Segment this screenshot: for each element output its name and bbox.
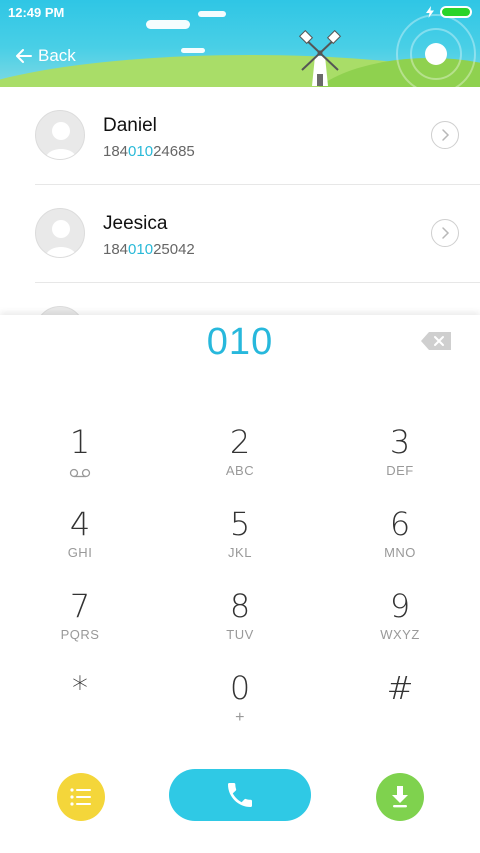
key-letters: DEF (386, 463, 414, 478)
windmill-icon (298, 30, 342, 86)
key-digit: 4 (69, 505, 91, 543)
chevron-right-icon (442, 129, 450, 141)
battery-icon (440, 6, 472, 18)
key-digit: 9 (389, 587, 411, 625)
status-time: 12:49 PM (8, 5, 65, 20)
key-digit: 2 (229, 423, 251, 461)
avatar (35, 208, 85, 258)
key-digit: 5 (229, 505, 251, 543)
dialpad-panel: 010 1 2 ABC 3 DEF 4 GHI 5 JKL 6 MNO 7 PQ… (0, 315, 480, 853)
person-silhouette-icon (45, 122, 77, 159)
dial-key-6[interactable]: 6 MNO (320, 505, 480, 585)
cloud-decoration (181, 48, 205, 53)
key-digit: 7 (69, 587, 91, 625)
dial-key-3[interactable]: 3 DEF (320, 423, 480, 503)
cloud-decoration (198, 11, 226, 17)
contact-detail-button[interactable] (431, 121, 459, 149)
dial-key-hash[interactable]: # (320, 669, 480, 749)
dial-key-1[interactable]: 1 (0, 423, 160, 503)
voicemail-icon (69, 468, 91, 478)
contact-row[interactable]: Daniel 18401024685 (35, 87, 480, 185)
cloud-decoration (146, 20, 190, 29)
person-silhouette-icon (45, 220, 77, 257)
backspace-icon[interactable] (421, 332, 451, 350)
contacts-list-button[interactable] (57, 773, 105, 821)
chevron-right-icon (442, 227, 450, 239)
key-digit: * (72, 669, 88, 707)
charging-icon (426, 6, 434, 18)
dialed-number: 010 (206, 321, 274, 363)
download-button[interactable] (376, 773, 424, 821)
list-icon (70, 788, 91, 806)
key-letters: MNO (384, 545, 416, 560)
dial-key-0[interactable]: 0 + (160, 669, 320, 749)
phone-icon (228, 783, 252, 807)
status-indicators (426, 6, 472, 18)
key-digit: 8 (229, 587, 251, 625)
dial-key-9[interactable]: 9 WXYZ (320, 587, 480, 667)
key-letters: TUV (226, 627, 254, 642)
contact-number: 18401025042 (103, 241, 195, 258)
key-digit: # (386, 669, 414, 707)
contact-row[interactable]: Jeesica 18401025042 (35, 185, 480, 283)
key-digit: 0 (229, 669, 251, 707)
key-letters: ABC (225, 463, 255, 478)
arrow-left-icon (16, 49, 32, 63)
back-label: Back (38, 46, 76, 65)
key-letters: GHI (67, 545, 93, 560)
sun-icon (425, 43, 447, 65)
key-letters: PQRS (60, 627, 100, 642)
dial-key-7[interactable]: 7 PQRS (0, 587, 160, 667)
key-letters: + (235, 709, 245, 726)
avatar (35, 110, 85, 160)
dial-key-4[interactable]: 4 GHI (0, 505, 160, 585)
key-digit: 3 (389, 423, 411, 461)
key-letters: WXYZ (380, 627, 420, 642)
number-match-highlight: 010 (128, 143, 154, 160)
dial-key-5[interactable]: 5 JKL (160, 505, 320, 585)
dial-key-8[interactable]: 8 TUV (160, 587, 320, 667)
dial-key-2[interactable]: 2 ABC (160, 423, 320, 503)
call-button[interactable] (169, 769, 311, 821)
header: 12:49 PM Back (0, 0, 480, 87)
contact-name: Daniel (103, 115, 157, 136)
dial-key-star[interactable]: * (0, 669, 160, 749)
download-icon (392, 786, 408, 808)
back-button[interactable]: Back (16, 46, 76, 66)
number-match-highlight: 010 (128, 241, 154, 258)
contact-name: Jeesica (103, 213, 168, 234)
contact-detail-button[interactable] (431, 219, 459, 247)
contact-number: 18401024685 (103, 143, 195, 160)
key-digit: 6 (389, 505, 411, 543)
key-letters: JKL (228, 545, 252, 560)
key-digit: 1 (69, 423, 91, 461)
